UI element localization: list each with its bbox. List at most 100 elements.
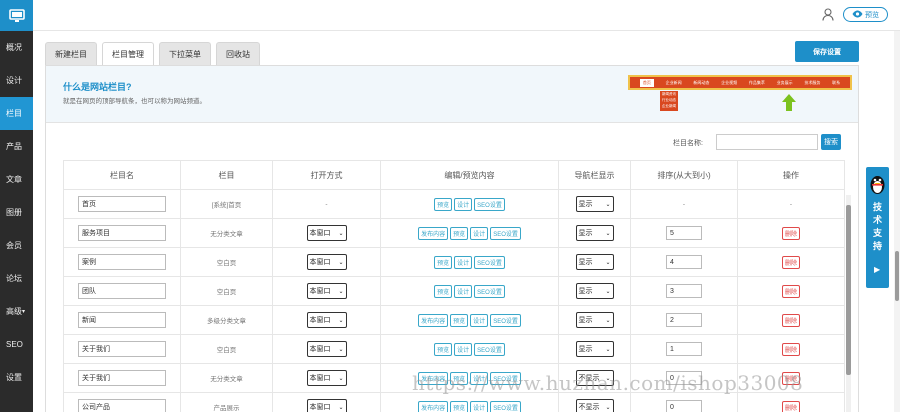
- action-button[interactable]: SEO设置: [474, 255, 505, 269]
- action-button[interactable]: SEO设置: [490, 400, 521, 412]
- sidebar-item-member[interactable]: 会员: [0, 229, 33, 262]
- action-button[interactable]: 预览: [434, 197, 453, 211]
- sort-input[interactable]: 3: [666, 284, 702, 298]
- column-name-input[interactable]: 服务项目: [78, 225, 166, 241]
- nav-display-select[interactable]: 显示 ⌄: [575, 196, 614, 212]
- nav-display-value: 显示: [578, 201, 593, 208]
- action-button[interactable]: SEO设置: [474, 197, 505, 211]
- page-scrollbar-thumb[interactable]: [895, 251, 899, 301]
- open-mode-select[interactable]: 本窗口 ⌄: [306, 283, 347, 299]
- search-input[interactable]: [716, 134, 818, 150]
- action-button[interactable]: 预览: [434, 255, 453, 269]
- sidebar-item-forum[interactable]: 论坛: [0, 262, 33, 295]
- sort-input[interactable]: 2: [666, 313, 702, 327]
- page-scrollbar[interactable]: [894, 31, 900, 412]
- sort-input[interactable]: 1: [666, 342, 702, 356]
- tab-new-column[interactable]: 新建栏目: [45, 42, 97, 65]
- column-name-input[interactable]: 团队: [78, 283, 166, 299]
- table-row: 案例 空白页 本窗口 ⌄ 预览 设计 SEO设置 显示 ⌄ 4 删除: [64, 248, 845, 277]
- sidebar-item-seo[interactable]: SEO: [0, 328, 33, 361]
- sidebar-item-design[interactable]: 设计: [0, 64, 33, 97]
- operation-cell: 删除: [738, 306, 845, 334]
- action-button[interactable]: 设计: [470, 313, 489, 327]
- open-mode-select[interactable]: 本窗口 ⌄: [306, 225, 347, 241]
- delete-button[interactable]: 删除: [781, 342, 800, 356]
- action-button[interactable]: 发布内容: [418, 400, 449, 412]
- column-name-input[interactable]: 公司产品: [78, 399, 166, 412]
- nav-display-select[interactable]: 显示 ⌄: [575, 341, 614, 357]
- chevron-down-icon: ⌄: [605, 259, 611, 266]
- action-button[interactable]: 预览: [450, 226, 469, 240]
- user-icon[interactable]: [822, 8, 834, 23]
- action-button[interactable]: 预览: [450, 400, 469, 412]
- delete-button[interactable]: 删除: [781, 226, 800, 240]
- open-mode-value: 本窗口: [309, 288, 331, 295]
- action-button[interactable]: SEO设置: [474, 342, 505, 356]
- chevron-down-icon: ⌄: [338, 346, 344, 353]
- sort-input[interactable]: 5: [666, 226, 702, 240]
- column-name-input[interactable]: 新闻: [78, 312, 166, 328]
- delete-button[interactable]: 删除: [781, 255, 800, 269]
- action-button[interactable]: 设计: [470, 400, 489, 412]
- sidebar-item-settings[interactable]: 设置: [0, 361, 33, 394]
- preview-button[interactable]: 预览: [843, 7, 888, 22]
- nav-display-select[interactable]: 不显示 ⌄: [575, 399, 614, 412]
- sort-input[interactable]: 0: [666, 400, 702, 412]
- monitor-logo-icon[interactable]: [0, 0, 33, 31]
- action-button[interactable]: 预览: [434, 342, 453, 356]
- sidebar-item-album[interactable]: 图册: [0, 196, 33, 229]
- action-button[interactable]: 设计: [454, 197, 473, 211]
- nav-display-cell: 不显示 ⌄: [559, 393, 631, 412]
- open-mode-select[interactable]: 本窗口 ⌄: [306, 312, 347, 328]
- save-settings-button[interactable]: 保存设置: [795, 41, 859, 62]
- tech-support-widget[interactable]: 技术支持 ▶: [866, 167, 889, 288]
- sort-input[interactable]: 4: [666, 255, 702, 269]
- sidebar-item-article[interactable]: 文章: [0, 163, 33, 196]
- nav-display-select[interactable]: 显示 ⌄: [575, 254, 614, 270]
- sidebar-item-advanced[interactable]: 高级 ▾: [0, 295, 33, 328]
- action-button[interactable]: 预览: [434, 284, 453, 298]
- action-button[interactable]: 设计: [454, 255, 473, 269]
- nav-display-value: 显示: [578, 230, 593, 237]
- sidebar-item-overview[interactable]: 概况: [0, 31, 33, 64]
- sort-cell: 4: [631, 248, 738, 276]
- open-mode-select[interactable]: 本窗口 ⌄: [306, 370, 347, 386]
- delete-button[interactable]: 删除: [781, 400, 800, 412]
- action-button[interactable]: SEO设置: [474, 284, 505, 298]
- sidebar-item-product[interactable]: 产品: [0, 130, 33, 163]
- action-button[interactable]: 发布内容: [418, 226, 449, 240]
- column-name-input[interactable]: 关于我们: [78, 341, 166, 357]
- action-button[interactable]: 设计: [470, 226, 489, 240]
- table-scrollbar-thumb[interactable]: [846, 205, 851, 375]
- name-cell: 案例: [64, 248, 181, 276]
- demo-nav-item: 首页: [639, 78, 654, 87]
- sidebar-item-column[interactable]: 栏目: [0, 97, 33, 130]
- column-name-input[interactable]: 关于我们: [78, 370, 166, 386]
- action-button[interactable]: 预览: [450, 313, 469, 327]
- tab-column-manage[interactable]: 栏目管理: [102, 42, 154, 66]
- action-button[interactable]: 设计: [454, 284, 473, 298]
- nav-display-select[interactable]: 显示 ⌄: [575, 312, 614, 328]
- action-button[interactable]: SEO设置: [490, 313, 521, 327]
- tab-dropdown-menu[interactable]: 下拉菜单: [159, 42, 211, 65]
- open-mode-select[interactable]: 本窗口 ⌄: [306, 254, 347, 270]
- type-cell: 产品展示: [181, 393, 273, 412]
- sort-cell: 2: [631, 306, 738, 334]
- open-mode-select[interactable]: 本窗口 ⌄: [306, 399, 347, 412]
- qq-penguin-icon: [869, 173, 886, 197]
- column-name-input[interactable]: 案例: [78, 254, 166, 270]
- search-button[interactable]: 搜索: [821, 134, 841, 150]
- tab-recycle-bin[interactable]: 回收站: [216, 42, 260, 65]
- nav-display-select[interactable]: 显示 ⌄: [575, 225, 614, 241]
- action-button[interactable]: 设计: [454, 342, 473, 356]
- delete-button[interactable]: 删除: [781, 284, 800, 298]
- column-header: 栏目: [181, 161, 273, 189]
- sort-text: -: [682, 200, 686, 208]
- delete-button[interactable]: 删除: [781, 313, 800, 327]
- column-name-input[interactable]: 首页: [78, 196, 166, 212]
- action-button[interactable]: 发布内容: [418, 313, 449, 327]
- sidebar-item-label: 设计: [6, 76, 22, 85]
- nav-display-select[interactable]: 显示 ⌄: [575, 283, 614, 299]
- action-button[interactable]: SEO设置: [490, 226, 521, 240]
- open-mode-select[interactable]: 本窗口 ⌄: [306, 341, 347, 357]
